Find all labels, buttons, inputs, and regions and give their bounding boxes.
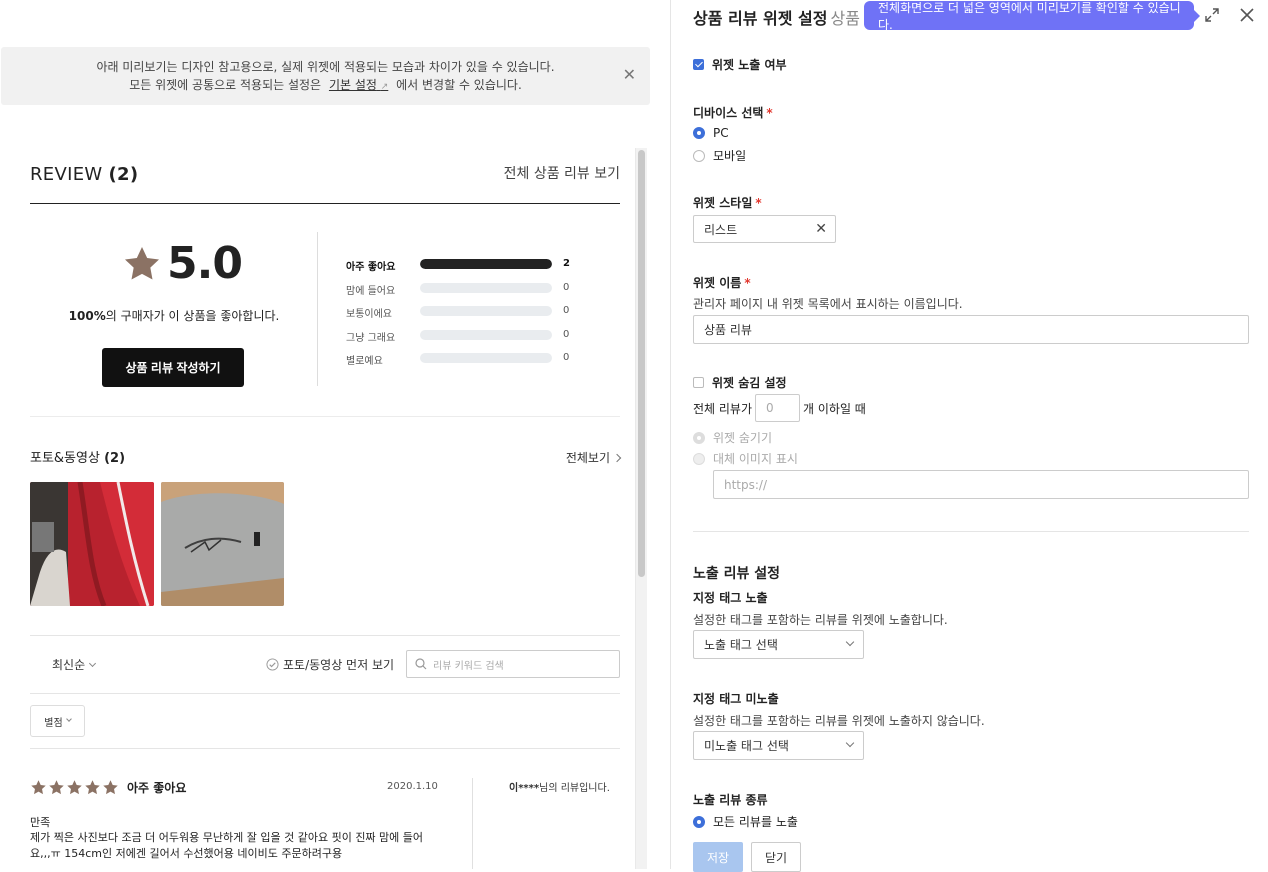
distribution-row: 별로예요 0: [346, 352, 570, 367]
chevron-down-icon: [65, 716, 72, 722]
style-label: 위젯 스타일 *: [693, 196, 762, 210]
divider: [30, 748, 620, 749]
review-header: REVIEW (2) 전체 상품 리뷰 보기: [30, 160, 620, 204]
review-photo-thumbnail[interactable]: [30, 482, 154, 606]
star-icon: [31, 780, 46, 795]
all-reviews-link[interactable]: 전체 상품 리뷰 보기: [504, 163, 620, 183]
tag-show-label: 지정 태그 노출: [693, 591, 768, 605]
star-filter-dropdown[interactable]: 별점: [30, 705, 85, 737]
divider: [693, 531, 1249, 532]
star-icon: [85, 780, 100, 795]
hide-widget-checkbox[interactable]: 위젯 숨김 설정: [693, 374, 787, 391]
divider: [30, 693, 620, 694]
review-star-rating: [30, 779, 119, 796]
basic-settings-link[interactable]: 기본 설정 ↗: [329, 78, 388, 92]
tag-hide-label: 지정 태그 미노출: [693, 692, 779, 706]
hide-widget-radio[interactable]: 위젯 숨기기: [693, 429, 772, 446]
distribution-row: 그냥 그래요 0: [346, 328, 570, 344]
star-icon: [103, 780, 118, 795]
widget-preview-pane: 아래 미리보기는 디자인 참고용으로, 실제 위젯에 적용되는 모습과 차이가 …: [0, 0, 670, 869]
check-circle-icon: [266, 658, 279, 671]
widget-settings-panel: 상품 리뷰 위젯 설정 상품 전체화면으로 더 넓은 영역에서 미리보기를 확인할…: [670, 0, 1268, 872]
distribution-bar-fill: [420, 259, 552, 269]
star-icon: [67, 780, 82, 795]
image-url-input[interactable]: https://: [713, 470, 1249, 499]
notice-line-2-suffix: 에서 변경할 수 있습니다.: [396, 78, 522, 92]
tag-hide-select[interactable]: 미노출 태그 선택: [693, 731, 864, 760]
replace-image-radio[interactable]: 대체 이미지 표시: [693, 450, 798, 467]
divider: [30, 416, 620, 417]
close-icon[interactable]: [1237, 5, 1257, 25]
widget-name-label: 위젯 이름 *: [693, 276, 751, 290]
external-link-icon: ↗: [380, 82, 389, 92]
clear-icon[interactable]: ✕: [815, 221, 827, 237]
widget-visible-checkbox[interactable]: 위젯 노출 여부: [693, 56, 787, 73]
scrollbar-thumb[interactable]: [638, 150, 645, 577]
review-search-input[interactable]: 리뷰 키워드 검색: [406, 650, 620, 678]
review-title: REVIEW (2): [30, 164, 139, 185]
review-type-label: 노출 리뷰 종류: [693, 793, 768, 807]
save-button[interactable]: 저장: [693, 842, 743, 872]
photo-first-toggle[interactable]: 포토/동영상 먼저 보기: [266, 656, 394, 673]
score-summary: 5.0 100%의 구매자가 이 상품을 좋아합니다. 상품 리뷰 작성하기: [30, 232, 318, 388]
distribution-row: 보통이에요 0: [346, 305, 570, 320]
device-pc-radio[interactable]: PC: [693, 126, 729, 140]
expand-icon[interactable]: [1203, 6, 1221, 24]
chevron-down-icon: [845, 738, 855, 748]
widget-style-field[interactable]: 리스트 ✕: [693, 215, 836, 243]
tag-show-select[interactable]: 노출 태그 선택: [693, 630, 864, 659]
star-icon: [125, 247, 159, 280]
tag-show-description: 설정한 태그를 포함하는 리뷰를 위젯에 노출합니다.: [693, 613, 948, 627]
divider: [30, 635, 620, 636]
sort-dropdown[interactable]: 최신순: [52, 656, 97, 673]
widget-name-input[interactable]: 상품 리뷰: [693, 315, 1249, 344]
panel-title: 상품 리뷰 위젯 설정 상품: [693, 9, 860, 28]
star-icon: [49, 780, 64, 795]
notice-close-icon[interactable]: ✕: [623, 66, 636, 84]
close-button[interactable]: 닫기: [751, 842, 801, 872]
review-divider: [472, 778, 473, 869]
device-mobile-radio[interactable]: 모바일: [693, 147, 746, 164]
widget-name-description: 관리자 페이지 내 위젯 목록에서 표시하는 이름입니다.: [693, 297, 963, 311]
review-author: 이****님의 리뷰입니다.: [509, 783, 610, 794]
notice-line-2-prefix: 모든 위젯에 공통으로 적용되는 설정은: [129, 78, 322, 92]
section-title: 노출 리뷰 설정: [693, 566, 781, 582]
review-body: 제가 찍은 사진보다 조금 더 어두워용 무난하게 잘 입을 것 같아요 핏이 …: [30, 831, 424, 860]
distribution-row: 아주 좋아요 2: [346, 258, 570, 273]
tag-hide-description: 설정한 태그를 포함하는 리뷰를 위젯에 노출하지 않습니다.: [693, 714, 985, 728]
chevron-right-icon: [612, 453, 622, 463]
checkbox-checked[interactable]: [693, 59, 704, 70]
media-view-all-link[interactable]: 전체보기: [566, 449, 622, 466]
satisfaction-text: 100%의 구매자가 이 상품을 좋아합니다.: [68, 309, 280, 323]
review-date: 2020.1.10: [387, 781, 438, 792]
distribution-row: 맘에 들어요 0: [346, 281, 570, 297]
notice-line-1: 아래 미리보기는 디자인 참고용으로, 실제 위젯에 적용되는 모습과 차이가 …: [96, 60, 555, 74]
hide-condition: 전체 리뷰가 0 개 이하일 때: [693, 394, 866, 422]
review-summary: 만족: [30, 816, 51, 829]
all-reviews-radio[interactable]: 모든 리뷰를 노출: [693, 813, 798, 830]
review-count-input[interactable]: 0: [755, 394, 801, 422]
preview-scrollbar[interactable]: [635, 148, 647, 869]
review-photo-thumbnail[interactable]: [161, 482, 284, 606]
write-review-button[interactable]: 상품 리뷰 작성하기: [102, 348, 244, 387]
review-rating-label: 아주 좋아요: [127, 781, 187, 795]
device-label: 디바이스 선택 *: [693, 106, 773, 120]
preview-notice: 아래 미리보기는 디자인 참고용으로, 실제 위젯에 적용되는 모습과 차이가 …: [1, 47, 650, 105]
chevron-down-icon: [845, 637, 855, 647]
fullscreen-tooltip: 전체화면으로 더 넓은 영역에서 미리보기를 확인할 수 있습니다.: [864, 1, 1200, 32]
search-icon: [415, 658, 427, 670]
chevron-down-icon: [89, 659, 97, 668]
media-section-title: 포토&동영상 (2): [30, 451, 126, 466]
average-score: 5.0: [167, 238, 243, 289]
score-divider: [317, 232, 318, 386]
rating-distribution: 아주 좋아요 2 맘에 들어요 0 보통이에요 0 그냥 그래요 0 별로예요 0: [346, 256, 586, 374]
